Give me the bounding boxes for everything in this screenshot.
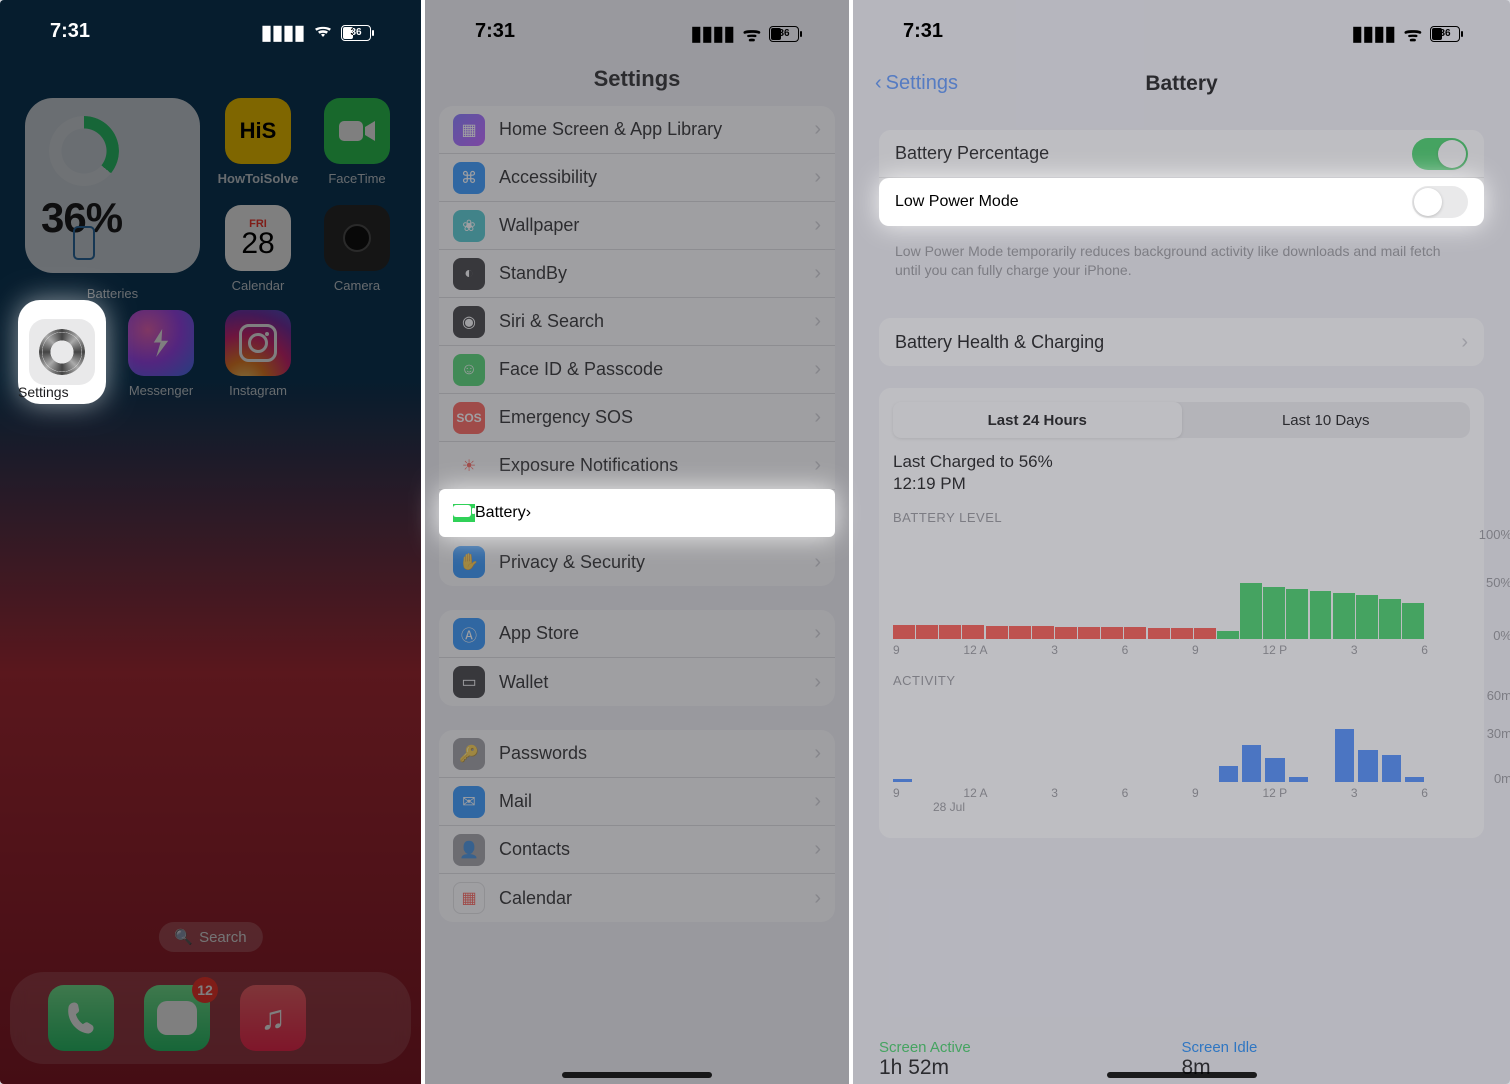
wifi-icon: ᯤ — [743, 20, 761, 47]
row-mail[interactable]: ✉Mail› — [439, 778, 835, 826]
chart-activity: 60m 30m 0m — [893, 692, 1470, 782]
row-appstore[interactable]: ⒶApp Store› — [439, 610, 835, 658]
battery-title: Battery — [853, 72, 1510, 96]
segment-control[interactable]: Last 24 Hours Last 10 Days — [893, 402, 1470, 438]
row-battery-highlighted[interactable]: Battery › — [439, 489, 835, 537]
status-time: 7:31 — [50, 20, 90, 45]
cellular-icon: ▮▮▮▮ — [1352, 21, 1396, 46]
chevron-right-icon: › — [814, 118, 821, 141]
mail-icon: ✉ — [453, 786, 485, 818]
status-bar: 7:31 ▮▮▮▮ ᯤ 36 — [853, 20, 1510, 47]
status-bar: 7:31 ▮▮▮▮ 36 — [0, 20, 421, 45]
battery-indicator: 36 — [1430, 26, 1460, 42]
chevron-right-icon: › — [814, 742, 821, 765]
chevron-right-icon: › — [814, 671, 821, 694]
battery-usage-card: Last 24 Hours Last 10 Days Last Charged … — [879, 388, 1484, 838]
chevron-right-icon: › — [814, 310, 821, 333]
faceid-icon: ☺ — [453, 354, 485, 386]
wallet-icon: ▭ — [453, 666, 485, 698]
low-power-footnote: Low Power Mode temporarily reduces backg… — [879, 232, 1484, 280]
settings-screen: 7:31 ▮▮▮▮ ᯤ 36 Settings ▦Home Screen & A… — [425, 0, 853, 1084]
row-accessibility[interactable]: ⌘Accessibility› — [439, 154, 835, 202]
chart-date: 28 Jul — [933, 800, 1470, 814]
last-charged-label: Last Charged to 56% — [893, 452, 1470, 472]
row-contacts[interactable]: 👤Contacts› — [439, 826, 835, 874]
wifi-icon — [313, 21, 333, 44]
chevron-right-icon: › — [814, 406, 821, 429]
segment-10d[interactable]: Last 10 Days — [1182, 402, 1471, 438]
cellular-icon: ▮▮▮▮ — [691, 21, 735, 46]
row-standby[interactable]: ◐StandBy› — [439, 250, 835, 298]
chevron-right-icon: › — [814, 454, 821, 477]
cellular-icon: ▮▮▮▮ — [261, 20, 305, 45]
row-low-power-mode-highlighted[interactable]: Low Power Mode — [879, 178, 1484, 226]
row-wallet[interactable]: ▭Wallet› — [439, 658, 835, 706]
chevron-right-icon: › — [814, 887, 821, 910]
chevron-right-icon: › — [814, 838, 821, 861]
battery-icon — [453, 504, 475, 522]
battery-section-health: Battery Health & Charging › — [879, 318, 1484, 366]
row-battery-percentage[interactable]: Battery Percentage — [879, 130, 1484, 178]
battery-screen: 7:31 ▮▮▮▮ ᯤ 36 ‹ Settings Battery Batter… — [853, 0, 1510, 1084]
calendar-icon: ▦ — [453, 882, 485, 914]
chevron-right-icon: › — [814, 166, 821, 189]
home-indicator[interactable] — [562, 1072, 712, 1078]
chart-activity-label: ACTIVITY — [893, 673, 1470, 688]
sos-icon: SOS — [453, 402, 485, 434]
settings-title: Settings — [425, 66, 849, 92]
chevron-right-icon: › — [814, 622, 821, 645]
row-exposure[interactable]: ☀Exposure Notifications› — [439, 442, 835, 490]
row-battery-health[interactable]: Battery Health & Charging › — [879, 318, 1484, 366]
siri-icon: ◉ — [453, 306, 485, 338]
chevron-right-icon: › — [1461, 331, 1468, 354]
last-charged-time: 12:19 PM — [893, 474, 1470, 494]
standby-icon: ◐ — [453, 258, 485, 290]
chevron-right-icon: › — [814, 214, 821, 237]
app-settings-highlighted[interactable]: Settings — [18, 300, 106, 404]
hand-icon: ✋ — [453, 546, 485, 578]
exposure-icon: ☀ — [453, 450, 485, 482]
chevron-right-icon: › — [526, 504, 531, 522]
chevron-right-icon: › — [814, 551, 821, 574]
row-home-screen[interactable]: ▦Home Screen & App Library› — [439, 106, 835, 154]
screen-active-label: Screen Active — [879, 1039, 1182, 1056]
status-bar: 7:31 ▮▮▮▮ ᯤ 36 — [425, 20, 849, 47]
gear-icon — [39, 329, 85, 375]
chevron-right-icon: › — [814, 358, 821, 381]
screen-idle-label: Screen Idle — [1182, 1039, 1485, 1056]
battery-indicator: 36 — [341, 25, 371, 41]
chevron-right-icon: › — [814, 262, 821, 285]
row-passwords[interactable]: 🔑Passwords› — [439, 730, 835, 778]
row-sos[interactable]: SOSEmergency SOS› — [439, 394, 835, 442]
row-siri[interactable]: ◉Siri & Search› — [439, 298, 835, 346]
appstore-icon: Ⓐ — [453, 618, 485, 650]
wallpaper-icon: ❀ — [453, 210, 485, 242]
battery-indicator: 36 — [769, 26, 799, 42]
contacts-icon: 👤 — [453, 834, 485, 866]
toggle-battery-percentage[interactable] — [1412, 138, 1468, 170]
row-privacy[interactable]: ✋Privacy & Security› — [439, 538, 835, 586]
home-indicator[interactable] — [1107, 1072, 1257, 1078]
toggle-low-power-mode[interactable] — [1412, 186, 1468, 218]
segment-24h[interactable]: Last 24 Hours — [893, 402, 1182, 438]
row-wallpaper[interactable]: ❀Wallpaper› — [439, 202, 835, 250]
row-calendar[interactable]: ▦Calendar› — [439, 874, 835, 922]
chart-battery-level: 100% 50% 0% — [893, 531, 1470, 639]
chart-battery-level-label: BATTERY LEVEL — [893, 510, 1470, 525]
home-screen: 7:31 ▮▮▮▮ 36 36% Batteries HiS HowToiSol… — [0, 0, 425, 1084]
accessibility-icon: ⌘ — [453, 162, 485, 194]
chevron-right-icon: › — [814, 790, 821, 813]
row-faceid[interactable]: ☺Face ID & Passcode› — [439, 346, 835, 394]
key-icon: 🔑 — [453, 738, 485, 770]
chart-x-axis: 912 A36912 P36 — [893, 643, 1470, 657]
wifi-icon: ᯤ — [1404, 20, 1422, 47]
grid-icon: ▦ — [453, 114, 485, 146]
